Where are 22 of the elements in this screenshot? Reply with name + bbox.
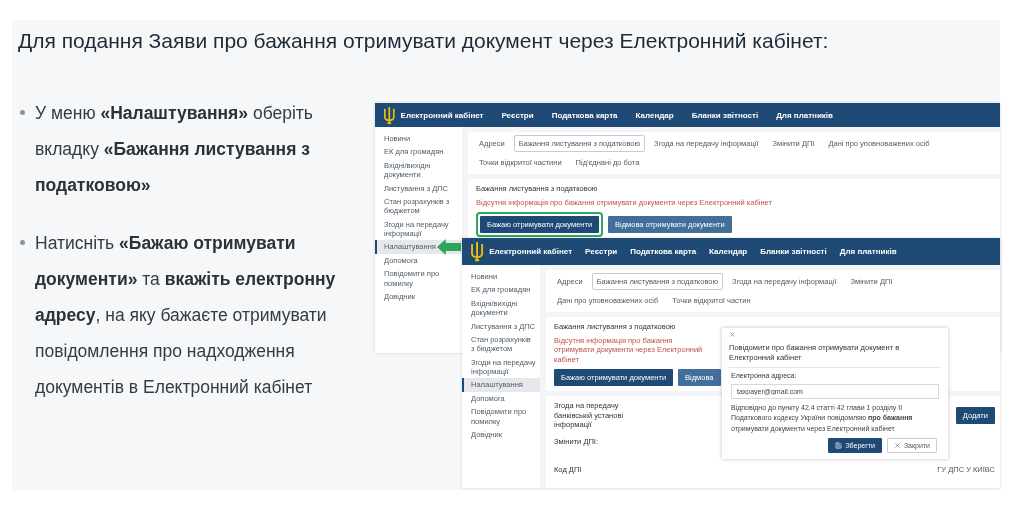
bullet-text: Натисніть «Бажаю отримувати документи» та вкажіть електронну адресу, на яку бажаєте отримувати повідомлення про надходження документів в Електронний кабінет	[35, 232, 337, 399]
nav-link[interactable]: Бланки звітності	[691, 110, 759, 120]
brand-name: Електронний кабінет	[489, 247, 573, 256]
trident-icon	[470, 241, 485, 262]
bullet-text: У меню «Налаштування» оберіть вкладку «Бажання листування з податковою»	[35, 102, 314, 197]
slide-title: Для подання Заяви про бажання отримувати документ через Електронний кабінет:	[17, 28, 830, 54]
nav-link[interactable]: Податкова карта	[630, 247, 697, 256]
nav-link[interactable]: Податкова карта	[551, 110, 618, 120]
nav-link[interactable]: Бланки звітності	[760, 247, 827, 256]
close-icon[interactable]	[729, 331, 736, 338]
nav-link[interactable]: Для платників	[839, 247, 897, 256]
nav-link[interactable]: Календар	[635, 110, 674, 120]
close-icon	[893, 441, 901, 449]
bullet-icon	[20, 110, 25, 115]
nav-link[interactable]: Реєстри	[585, 247, 618, 256]
nav-link[interactable]: Для платників	[776, 110, 833, 120]
nav-link[interactable]: Календар	[709, 247, 748, 256]
save-icon	[835, 441, 843, 449]
bullet-icon	[20, 240, 25, 245]
brand-name: Електронний кабінет	[400, 110, 484, 120]
trident-icon	[383, 106, 396, 124]
nav-link[interactable]: Реєстри	[501, 110, 534, 120]
